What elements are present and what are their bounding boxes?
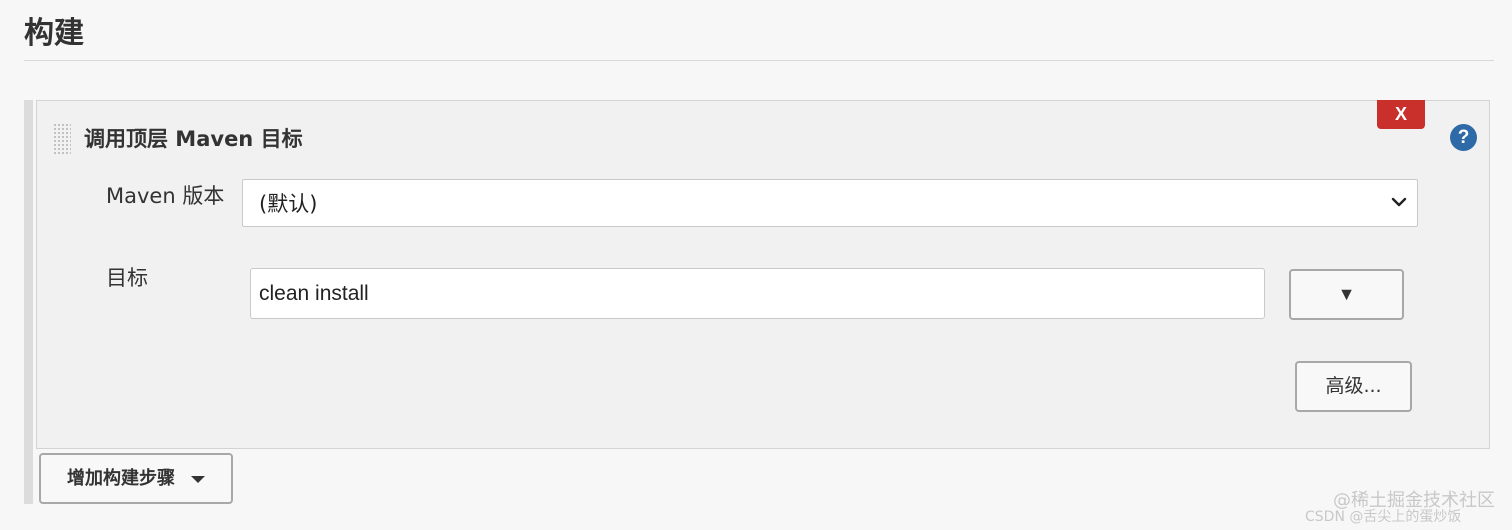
- watermark-csdn: CSDN @舌尖上的蛋炒饭: [1305, 509, 1462, 525]
- page: 构建 调用顶层 Maven 目标 X ? Maven 版本 (默认) 目标 ▼ …: [0, 0, 1512, 530]
- help-icon[interactable]: ?: [1450, 124, 1477, 151]
- chevron-down-icon: [1391, 197, 1407, 207]
- advanced-button[interactable]: 高级...: [1295, 361, 1412, 412]
- maven-version-select[interactable]: (默认): [242, 179, 1418, 227]
- section-title: 构建: [24, 16, 84, 51]
- goals-label: 目标: [106, 266, 148, 290]
- section-divider: [24, 60, 1494, 61]
- step-left-bar: [24, 100, 33, 504]
- delete-step-button[interactable]: X: [1377, 100, 1425, 129]
- goals-input[interactable]: [250, 268, 1265, 319]
- caret-down-icon: [191, 476, 205, 483]
- maven-version-selected: (默认): [259, 192, 318, 216]
- add-build-step-label: 增加构建步骤: [67, 468, 175, 489]
- drag-handle-icon[interactable]: [53, 123, 71, 155]
- maven-version-label: Maven 版本: [106, 184, 225, 208]
- build-step-title: 调用顶层 Maven 目标: [84, 127, 303, 151]
- add-build-step-button[interactable]: 增加构建步骤: [39, 453, 233, 504]
- goals-expand-button[interactable]: ▼: [1289, 269, 1404, 320]
